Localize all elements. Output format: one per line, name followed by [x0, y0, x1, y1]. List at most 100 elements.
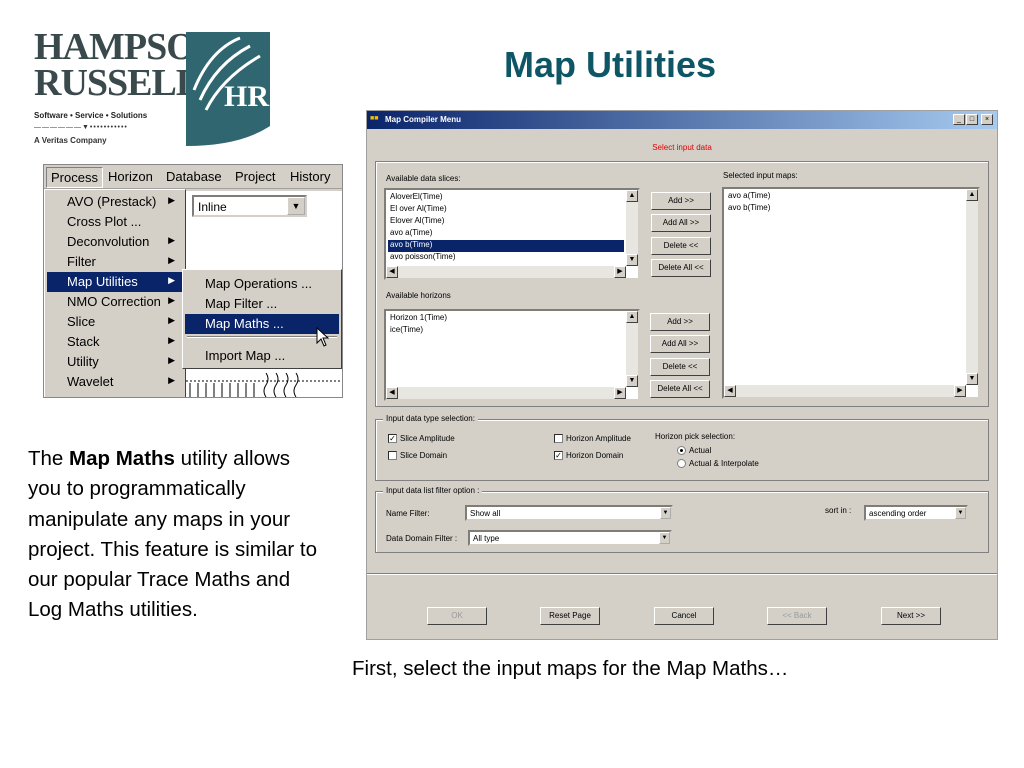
menu-item-slice[interactable]: Slice ▶ [47, 312, 183, 332]
map-compiler-dialog: ■■ Map Compiler Menu _ □ × Select input … [366, 110, 998, 640]
list-item[interactable]: avo poisson(Time) [388, 252, 624, 264]
menu-item-cross-plot[interactable]: Cross Plot ... [47, 212, 183, 232]
menu-process[interactable]: Process [46, 167, 103, 188]
logo-company: A Veritas Company [34, 136, 107, 145]
close-icon[interactable]: × [981, 114, 993, 125]
logo-tagline: Software • Service • Solutions [34, 111, 148, 120]
submenu-arrow-icon: ▶ [168, 295, 175, 305]
list-item[interactable]: avo b(Time) [726, 203, 964, 215]
seismic-traces [186, 372, 342, 397]
minimize-icon[interactable]: _ [953, 114, 965, 125]
delete-horizon-button[interactable]: Delete << [650, 358, 710, 376]
submenu-arrow-icon: ▶ [168, 235, 175, 245]
scroll-down-icon: ▼ [626, 254, 638, 266]
add-all-horizons-button[interactable]: Add All >> [650, 335, 710, 353]
name-filter-select[interactable]: Show all ▼ [465, 505, 673, 521]
menu-item-deconvolution[interactable]: Deconvolution ▶ [47, 232, 183, 252]
name-filter-value: Show all [470, 509, 501, 518]
hr-logo-mark-icon: HR [186, 32, 270, 146]
next-button[interactable]: Next >> [881, 607, 941, 625]
available-slices-label: Available data slices: [386, 174, 461, 183]
delete-all-horizons-button[interactable]: Delete All << [650, 380, 710, 398]
horizontal-scrollbar[interactable]: ◀ ▶ [724, 385, 966, 397]
maximize-icon[interactable]: □ [966, 114, 978, 125]
pick-selection-label: Horizon pick selection: [655, 432, 736, 441]
actual-radio[interactable] [677, 446, 686, 455]
list-item[interactable]: Elover Al(Time) [388, 216, 624, 228]
submenu-item-map-operations[interactable]: Map Operations ... [185, 274, 339, 294]
inline-select[interactable]: Inline ▼ [192, 195, 307, 217]
menu-database[interactable]: Database [166, 169, 222, 184]
submenu-arrow-icon: ▶ [168, 355, 175, 365]
available-slices-list[interactable]: AloverEl(Time) El over Al(Time) Elover A… [384, 188, 640, 280]
horizontal-scrollbar[interactable]: ◀ ▶ [386, 387, 626, 399]
submenu-item-map-filter[interactable]: Map Filter ... [185, 294, 339, 314]
map-utilities-submenu: Map Operations ... Map Filter ... Map Ma… [182, 269, 342, 369]
menu-bar: Process Horizon Database Project History [44, 165, 342, 189]
menu-item-nmo-correction[interactable]: NMO Correction ▶ [47, 292, 183, 312]
vertical-scrollbar[interactable]: ▲ ▼ [626, 311, 638, 387]
menu-item-avo-prestack[interactable]: AVO (Prestack) ▶ [47, 192, 183, 212]
list-item[interactable]: Horizon 1(Time) [388, 313, 624, 325]
slice-domain-checkbox[interactable] [388, 451, 397, 460]
vertical-scrollbar[interactable]: ▲ ▼ [626, 190, 638, 266]
menu-history[interactable]: History [290, 169, 330, 184]
menu-item-utility[interactable]: Utility ▶ [47, 352, 183, 372]
horizon-domain-checkbox[interactable]: ✓ [554, 451, 563, 460]
chevron-down-icon[interactable]: ▼ [955, 507, 966, 519]
scroll-left-icon: ◀ [386, 266, 398, 278]
company-logo: HAMPSON RUSSELL Software • Service • Sol… [32, 28, 272, 148]
mouse-pointer-icon [316, 327, 330, 347]
available-horizons-list[interactable]: Horizon 1(Time) ice(Time) ▲ ▼ ◀ ▶ [384, 309, 640, 401]
reset-page-button[interactable]: Reset Page [540, 607, 600, 625]
menu-item-filter[interactable]: Filter ▶ [47, 252, 183, 272]
dialog-titlebar[interactable]: ■■ Map Compiler Menu _ □ × [367, 111, 997, 129]
cancel-button[interactable]: Cancel [654, 607, 714, 625]
instruction-text: Select input data [652, 143, 712, 152]
sort-label: sort in : [825, 506, 852, 515]
actual-interpolate-radio[interactable] [677, 459, 686, 468]
delete-slice-button[interactable]: Delete << [651, 237, 711, 255]
horizontal-scrollbar[interactable]: ◀ ▶ [386, 266, 626, 278]
menu-horizon[interactable]: Horizon [108, 169, 153, 184]
domain-filter-select[interactable]: All type ▼ [468, 530, 672, 546]
menu-item-stack[interactable]: Stack ▶ [47, 332, 183, 352]
input-type-group-label: Input data type selection: [383, 414, 478, 423]
horizon-amplitude-checkbox[interactable] [554, 434, 563, 443]
add-horizon-button[interactable]: Add >> [650, 313, 710, 331]
list-item[interactable]: AloverEl(Time) [388, 192, 624, 204]
delete-all-slices-button[interactable]: Delete All << [651, 259, 711, 277]
app-icon: ■■ [370, 115, 379, 122]
menu-item-map-utilities[interactable]: Map Utilities ▶ [47, 272, 183, 292]
submenu-item-import-map[interactable]: Import Map ... [185, 346, 339, 366]
ok-button[interactable]: OK [427, 607, 487, 625]
scroll-right-icon: ▶ [614, 387, 626, 399]
list-item[interactable]: El over Al(Time) [388, 204, 624, 216]
back-button[interactable]: << Back [767, 607, 827, 625]
actual-radio-label: Actual [689, 446, 712, 455]
menu-item-wavelet[interactable]: Wavelet ▶ [47, 372, 183, 392]
scroll-down-icon: ▼ [966, 373, 978, 385]
list-item-selected[interactable]: avo b(Time) [388, 240, 624, 252]
scroll-right-icon: ▶ [614, 266, 626, 278]
list-item[interactable]: ice(Time) [388, 325, 624, 337]
chevron-down-icon[interactable]: ▼ [660, 507, 671, 519]
chevron-down-icon[interactable]: ▼ [659, 532, 670, 544]
add-all-slices-button[interactable]: Add All >> [651, 214, 711, 232]
menu-project[interactable]: Project [235, 169, 275, 184]
add-slice-button[interactable]: Add >> [651, 192, 711, 210]
sort-order-select[interactable]: ascending order ▼ [864, 505, 968, 521]
list-item[interactable]: avo a(Time) [726, 191, 964, 203]
slide-title: Map Utilities [503, 44, 717, 85]
slice-amplitude-label: Slice Amplitude [400, 434, 455, 443]
horizon-amplitude-label: Horizon Amplitude [566, 434, 631, 443]
slice-domain-label: Slice Domain [400, 451, 448, 460]
selected-maps-list[interactable]: avo a(Time) avo b(Time) ▲ ▼ ◀ ▶ [722, 187, 980, 399]
slice-amplitude-checkbox[interactable]: ✓ [388, 434, 397, 443]
list-item[interactable]: avo a(Time) [388, 228, 624, 240]
chevron-down-icon[interactable]: ▼ [287, 197, 305, 215]
sort-order-value: ascending order [869, 509, 927, 518]
scroll-left-icon: ◀ [724, 385, 736, 397]
vertical-scrollbar[interactable]: ▲ ▼ [966, 189, 978, 385]
logo-rule: ——————▼••••••••••• [34, 124, 128, 131]
